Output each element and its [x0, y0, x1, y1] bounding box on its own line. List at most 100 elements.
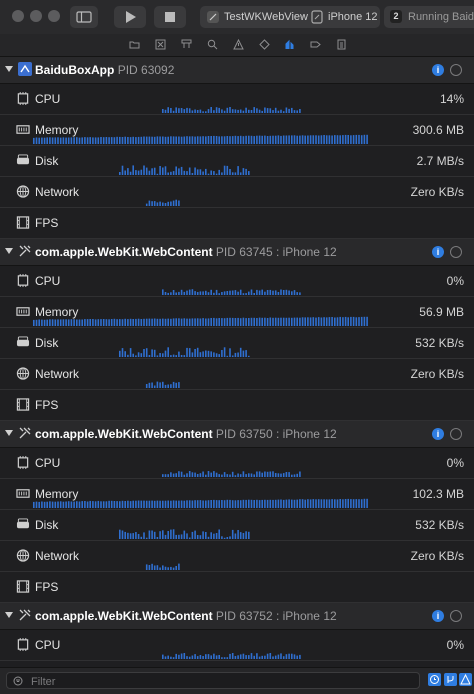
gauge-row-disk[interactable]: Disk 2.7 MB/s	[0, 146, 474, 177]
process-pid: PID 63752 : iPhone 12	[215, 609, 337, 623]
process-name: com.apple.WebKit.WebContent PID 63752 : …	[35, 609, 337, 623]
process-header[interactable]: BaiduBoxApp PID 63092 i	[0, 57, 474, 84]
debug-gauge-icon[interactable]	[284, 39, 295, 50]
gauge-row-network[interactable]: Network Zero KB/s	[0, 541, 474, 572]
folder-icon[interactable]	[129, 39, 140, 50]
scheme-selector[interactable]: TestWKWebView › iPhone 12	[200, 6, 380, 28]
disclosure-triangle-icon[interactable]	[5, 430, 13, 436]
filter-input[interactable]	[29, 674, 413, 689]
info-icon[interactable]: i	[432, 428, 444, 440]
navigator-bar	[0, 34, 474, 57]
window-toolbar: TestWKWebView › iPhone 12 2 Running Baid…	[0, 0, 474, 35]
gauge-label: FPS	[35, 398, 59, 412]
tools-icon	[19, 245, 31, 257]
sparkline-graph	[145, 563, 180, 570]
close-window-button[interactable]	[12, 10, 24, 22]
gauge-row-fps[interactable]: FPS	[0, 208, 474, 239]
sparkline-graph	[162, 107, 301, 113]
warning-icon	[460, 673, 471, 685]
filter-icon	[13, 676, 23, 686]
sparkline-graph	[162, 471, 301, 477]
gauge-row-cpu[interactable]: CPU 14%	[0, 84, 474, 115]
process-name: com.apple.WebKit.WebContent PID 63750 : …	[35, 427, 337, 441]
process-name: com.apple.WebKit.WebContent PID 63745 : …	[35, 245, 337, 259]
network-icon	[16, 367, 30, 380]
sparkline-graph	[33, 134, 368, 144]
zoom-window-button[interactable]	[48, 10, 60, 22]
status-text: Running Baidu	[408, 11, 474, 23]
cpu-icon	[17, 92, 29, 105]
stop-button[interactable]	[154, 6, 186, 28]
memory-icon	[16, 125, 30, 134]
chevron-right-icon: ›	[300, 11, 304, 23]
run-button[interactable]	[114, 6, 146, 28]
process-header[interactable]: com.apple.WebKit.WebContent PID 63745 : …	[0, 239, 474, 266]
stop-icon	[165, 12, 175, 22]
filter-field[interactable]	[6, 672, 420, 689]
destination-name: iPhone 12	[328, 11, 378, 23]
status-badge: 2	[390, 10, 402, 23]
sparkline-graph	[119, 347, 250, 357]
process-pid: PID 63750 : iPhone 12	[215, 427, 337, 441]
info-icon[interactable]: i	[432, 246, 444, 258]
filter-bar	[0, 667, 474, 694]
gauge-row-fps[interactable]: FPS	[0, 390, 474, 421]
sparkline-graph	[119, 165, 250, 175]
hierarchy-icon[interactable]	[181, 39, 192, 50]
x-square-icon[interactable]	[155, 39, 166, 50]
info-icon[interactable]: i	[432, 64, 444, 76]
play-icon	[126, 11, 136, 23]
fps-icon	[16, 398, 30, 411]
gear-icon[interactable]	[450, 246, 462, 258]
gauge-row-cpu[interactable]: CPU 0%	[0, 266, 474, 297]
disclosure-triangle-icon[interactable]	[5, 66, 13, 72]
sparkline-graph	[162, 653, 301, 659]
info-icon[interactable]: i	[432, 610, 444, 622]
minimize-window-button[interactable]	[30, 10, 42, 22]
diamond-icon[interactable]	[259, 39, 270, 50]
network-icon	[16, 549, 30, 562]
tag-icon[interactable]	[310, 39, 321, 50]
scm-filter-button[interactable]	[444, 673, 457, 686]
gear-icon[interactable]	[450, 64, 462, 76]
disk-icon	[16, 154, 30, 165]
gauge-row-disk[interactable]: Disk 532 KB/s	[0, 328, 474, 359]
sparkline-graph	[33, 498, 368, 508]
process-header[interactable]: com.apple.WebKit.WebContent PID 63750 : …	[0, 421, 474, 448]
gauge-row-cpu[interactable]: CPU 0%	[0, 448, 474, 479]
gauge-row-memory[interactable]: Memory 102.3 MB	[0, 479, 474, 510]
cpu-icon	[17, 274, 29, 287]
process-header[interactable]: com.apple.WebKit.WebContent PID 63752 : …	[0, 603, 474, 630]
device-icon	[311, 10, 323, 24]
report-icon[interactable]	[336, 39, 347, 50]
scheme-name: TestWKWebView	[224, 11, 308, 23]
sidebar-icon	[76, 11, 92, 23]
disclosure-triangle-icon[interactable]	[5, 248, 13, 254]
network-icon	[16, 185, 30, 198]
disk-icon	[16, 518, 30, 529]
gauge-row-network[interactable]: Network Zero KB/s	[0, 177, 474, 208]
disk-icon	[16, 336, 30, 347]
gear-icon[interactable]	[450, 428, 462, 440]
gauge-row-memory[interactable]: Memory 56.9 MB	[0, 297, 474, 328]
recent-filter-button[interactable]	[428, 673, 441, 686]
warning-icon[interactable]	[233, 39, 244, 50]
gear-icon[interactable]	[450, 610, 462, 622]
sidebar-toggle-button[interactable]	[70, 6, 98, 28]
gauge-row-fps[interactable]: FPS	[0, 572, 474, 603]
gauge-row-disk[interactable]: Disk 532 KB/s	[0, 510, 474, 541]
sparkline-graph	[119, 529, 250, 539]
sparkline-graph	[145, 381, 180, 388]
gauge-label: FPS	[35, 216, 59, 230]
debug-gauges-list: BaiduBoxApp PID 63092 i CPU 14% Memory 300.6 …	[0, 57, 474, 667]
gauge-row-memory[interactable]: Memory 300.6 MB	[0, 115, 474, 146]
memory-icon	[16, 489, 30, 498]
warnings-filter-button[interactable]	[459, 673, 472, 686]
tools-icon	[19, 609, 31, 621]
gauge-row-network[interactable]: Network Zero KB/s	[0, 359, 474, 390]
process-name: BaiduBoxApp PID 63092	[35, 63, 175, 77]
search-icon[interactable]	[207, 39, 218, 50]
gauge-row-cpu[interactable]: CPU 0%	[0, 630, 474, 661]
disclosure-triangle-icon[interactable]	[5, 612, 13, 618]
target-icon	[207, 11, 219, 23]
